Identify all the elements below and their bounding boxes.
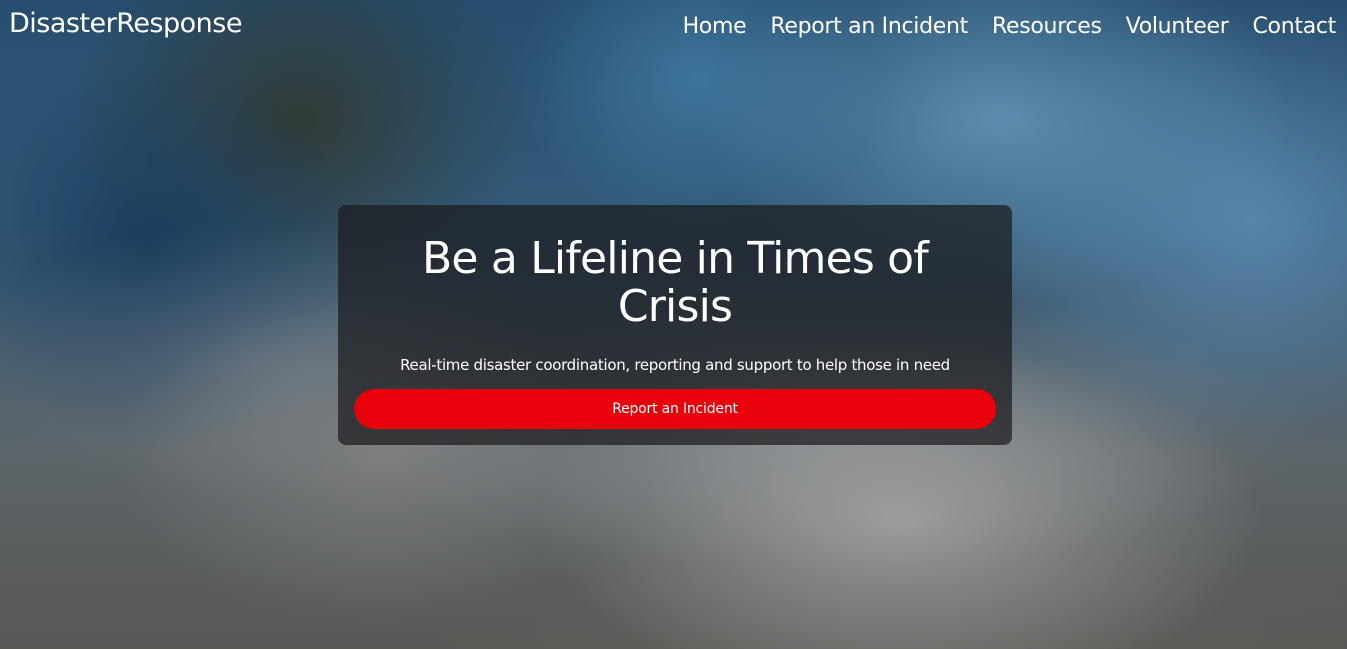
nav-link-contact[interactable]: Contact [1253, 14, 1337, 39]
nav-link-volunteer[interactable]: Volunteer [1126, 14, 1229, 39]
navbar: DisasterResponse Home Report an Incident… [0, 0, 1347, 58]
brand-logo[interactable]: DisasterResponse [9, 8, 242, 39]
nav-link-home[interactable]: Home [683, 14, 747, 39]
hero-card: Be a Lifeline in Times of Crisis Real-ti… [338, 205, 1012, 445]
page: DisasterResponse Home Report an Incident… [0, 0, 1347, 649]
nav-links: Home Report an Incident Resources Volunt… [683, 14, 1337, 39]
nav-link-resources[interactable]: Resources [992, 14, 1102, 39]
report-incident-button[interactable]: Report an Incident [354, 389, 996, 429]
hero-title: Be a Lifeline in Times of Crisis [422, 233, 929, 332]
nav-link-report-incident[interactable]: Report an Incident [770, 14, 968, 39]
hero-subtitle: Real-time disaster coordination, reporti… [400, 356, 950, 374]
